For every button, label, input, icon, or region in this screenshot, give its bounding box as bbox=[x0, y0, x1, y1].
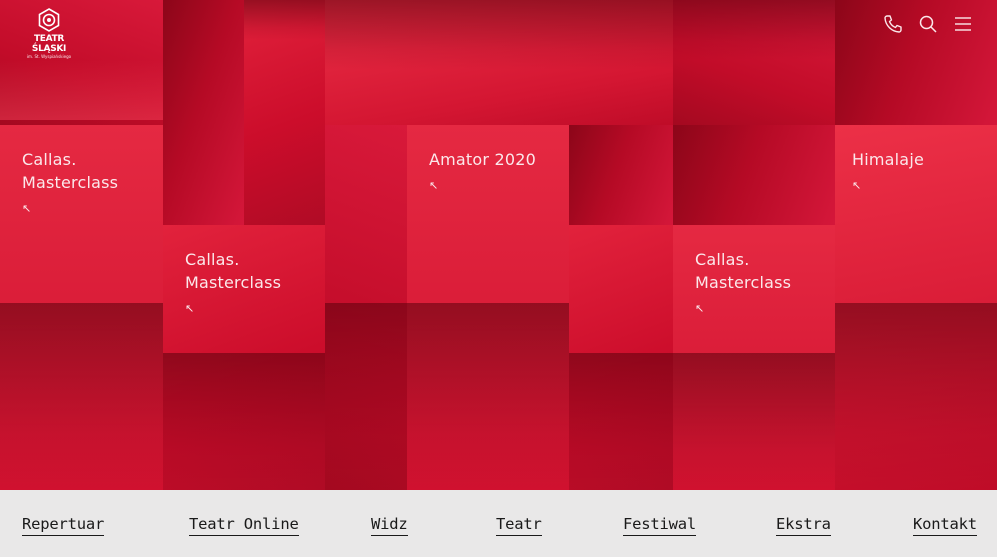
hero-mosaic: Callas. Masterclass ↖ Callas. Masterclas… bbox=[0, 0, 997, 490]
event-tile[interactable]: Callas. Masterclass ↖ bbox=[0, 125, 163, 490]
mosaic-panel bbox=[569, 225, 673, 490]
mosaic-panel bbox=[673, 125, 835, 225]
nav-widz[interactable]: Widz bbox=[371, 515, 408, 536]
event-tile[interactable]: Himalaje ↖ bbox=[835, 125, 997, 490]
logo-emblem-icon bbox=[38, 8, 60, 32]
arrow-up-left-icon: ↖ bbox=[185, 302, 195, 315]
mosaic-panel bbox=[673, 0, 835, 125]
header-icons bbox=[883, 14, 973, 34]
event-tile[interactable]: Callas. Masterclass ↖ bbox=[673, 225, 835, 490]
nav-teatr[interactable]: Teatr bbox=[496, 515, 542, 536]
event-tile-title: Amator 2020 bbox=[429, 150, 536, 169]
event-tile-title: Himalaje bbox=[852, 150, 925, 169]
nav-ekstra[interactable]: Ekstra bbox=[776, 515, 831, 536]
nav-teatr-online[interactable]: Teatr Online bbox=[189, 515, 299, 536]
event-tile-title: Callas. Masterclass bbox=[695, 250, 792, 292]
nav-kontakt[interactable]: Kontakt bbox=[913, 515, 977, 536]
mosaic-panel bbox=[325, 125, 407, 490]
event-tile[interactable]: Callas. Masterclass ↖ bbox=[163, 225, 325, 490]
mosaic-panel bbox=[325, 0, 673, 125]
mosaic-panel bbox=[163, 0, 244, 225]
nav-festiwal[interactable]: Festiwal bbox=[623, 515, 696, 536]
arrow-up-left-icon: ↖ bbox=[22, 202, 32, 215]
mosaic-panel bbox=[569, 125, 673, 225]
arrow-up-left-icon: ↖ bbox=[429, 179, 439, 192]
menu-icon[interactable] bbox=[953, 14, 973, 34]
phone-icon[interactable] bbox=[883, 14, 903, 34]
event-tile-title: Callas. Masterclass bbox=[185, 250, 282, 292]
event-tile-title: Callas. Masterclass bbox=[22, 150, 119, 192]
event-tile[interactable]: Amator 2020 ↖ bbox=[407, 125, 569, 490]
nav-repertuar[interactable]: Repertuar bbox=[22, 515, 104, 536]
logo-subtitle: im. St. Wyspiańskiego bbox=[26, 54, 72, 59]
bottom-navigation: Repertuar Teatr Online Widz Teatr Festiw… bbox=[0, 490, 997, 557]
mosaic-panel bbox=[244, 0, 325, 225]
site-logo[interactable]: TEATR ŚLĄSKI im. St. Wyspiańskiego bbox=[18, 8, 80, 59]
search-icon[interactable] bbox=[918, 14, 938, 34]
arrow-up-left-icon: ↖ bbox=[852, 179, 862, 192]
logo-name: TEATR ŚLĄSKI bbox=[31, 34, 67, 54]
arrow-up-left-icon: ↖ bbox=[695, 302, 705, 315]
